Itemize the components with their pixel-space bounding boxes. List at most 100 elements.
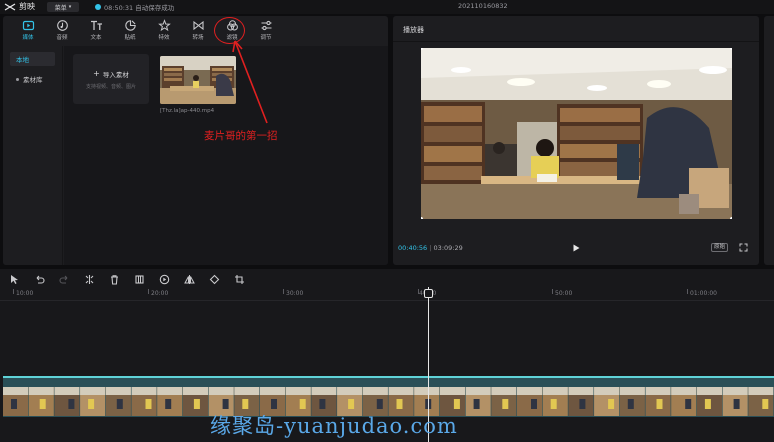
tab-sticker[interactable]: 贴纸 [113, 16, 147, 44]
save-indicator-icon [95, 4, 101, 10]
tab-label: 贴纸 [124, 35, 136, 41]
mirror-button[interactable] [183, 273, 196, 286]
save-status: 08:50:31 自动保存成功 [95, 2, 174, 12]
menu-label: 菜单 [54, 4, 67, 12]
reverse-button[interactable] [158, 273, 171, 286]
divider [393, 41, 759, 42]
player-title: 播放器 [403, 26, 424, 34]
ruler-tick [13, 289, 14, 294]
playhead-handle[interactable] [424, 289, 433, 298]
crop-handle-bottom-left[interactable] [421, 217, 423, 219]
tab-audio[interactable]: 音频 [45, 16, 79, 44]
sticker-icon [124, 20, 136, 31]
timeline-ruler[interactable]: 10:00 20:00 30:00 40:00 50:00 01:00:00 [0, 289, 774, 301]
crop-handle-bottom-right[interactable] [730, 217, 732, 219]
timeline-toolbar [0, 269, 774, 289]
tab-label: 特效 [158, 35, 170, 41]
plus-icon: + [93, 69, 100, 78]
ruler-tick-label: 50:00 [555, 290, 573, 297]
rotate-icon [209, 274, 220, 284]
tab-effects[interactable]: 特效 [147, 16, 181, 44]
freeze-button[interactable] [133, 273, 146, 286]
cursor-icon [11, 274, 18, 284]
filmstrip-frame [594, 387, 620, 416]
aspect-ratio-button[interactable]: 原始 [711, 243, 729, 252]
player-panel: 播放器 00:40:56 | 03:09:29 原始 [393, 16, 759, 265]
play-icon[interactable] [571, 243, 581, 253]
filmstrip-frame [671, 387, 697, 416]
bullet-icon [16, 77, 19, 81]
app-name: 剪映 [19, 2, 35, 11]
import-button[interactable]: + 导入素材 支持视频、音频、图片 [73, 54, 149, 104]
delete-button[interactable] [108, 273, 121, 286]
total-time: 03:09:29 [433, 244, 463, 252]
trash-icon [111, 274, 118, 285]
crop-button[interactable] [233, 273, 246, 286]
audio-icon [56, 20, 68, 31]
media-icon [22, 20, 34, 31]
filmstrip-frame [722, 387, 748, 416]
tab-transition[interactable]: 转场 [181, 16, 215, 44]
filmstrip-frame [157, 387, 183, 416]
sidebar-item-label: 素材库 [23, 76, 43, 84]
filmstrip-frame [542, 387, 568, 416]
app-logo: 剪映 [4, 1, 35, 12]
filmstrip-frame [3, 387, 29, 416]
project-title: 202110160832 [458, 2, 508, 10]
crop-icon [235, 274, 244, 284]
freeze-frame-icon [135, 274, 144, 284]
crop-handle-top-right[interactable] [730, 48, 732, 50]
filmstrip-frame [568, 387, 594, 416]
fullscreen-icon[interactable] [739, 243, 748, 252]
import-label: 导入素材 [102, 70, 129, 79]
redo-button[interactable] [58, 273, 71, 286]
split-icon [85, 274, 94, 284]
ruler-tick [552, 289, 553, 294]
undo-button[interactable] [33, 273, 46, 286]
properties-panel [764, 16, 774, 265]
split-button[interactable] [83, 273, 96, 286]
ruler-tick-label: 30:00 [286, 290, 304, 297]
menu-button[interactable]: 菜单 ▾ [47, 2, 79, 12]
filmstrip-frame [619, 387, 645, 416]
select-tool-button[interactable] [8, 273, 21, 286]
media-tabs: 媒体 音频 文本 贴纸 特效 转场 滤镜 调节 [3, 16, 388, 44]
filmstrip-frame [696, 387, 722, 416]
tab-label: 转场 [192, 35, 204, 41]
tab-label: 媒体 [22, 35, 34, 41]
editor-window: 剪映 菜单 ▾ 08:50:31 自动保存成功 202110160832 媒体 … [0, 0, 774, 442]
ruler-tick-label: 10:00 [16, 290, 34, 297]
ruler-tick-label: 20:00 [151, 290, 169, 297]
filmstrip-frame [517, 387, 543, 416]
sidebar-item-local[interactable]: 本地 [10, 52, 55, 66]
tab-media[interactable]: 媒体 [11, 16, 45, 44]
tab-label: 文本 [90, 35, 102, 41]
library-scene-frame [421, 48, 732, 219]
undo-icon [36, 275, 45, 284]
ruler-tick [148, 289, 149, 294]
filmstrip-frame [131, 387, 157, 416]
annotation-arrow-icon [232, 40, 268, 124]
current-time: 00:40:56 [398, 244, 428, 252]
ruler-tick [687, 289, 688, 294]
redo-icon [59, 275, 68, 284]
title-bar: 剪映 菜单 ▾ 08:50:31 自动保存成功 202110160832 [0, 0, 774, 14]
annotation-text: 麦片哥的第一招 [204, 130, 278, 142]
rotate-button[interactable] [208, 273, 221, 286]
save-status-text: 08:50:31 自动保存成功 [104, 4, 175, 12]
effects-icon [157, 19, 171, 32]
filmstrip-frame [105, 387, 131, 416]
timecode: 00:40:56 | 03:09:29 [398, 244, 463, 252]
tab-label: 音频 [56, 35, 68, 41]
filmstrip-frame [54, 387, 80, 416]
media-sidebar: 本地 素材库 [3, 46, 63, 265]
sidebar-item-library[interactable]: 素材库 [10, 72, 55, 86]
tab-text[interactable]: 文本 [79, 16, 113, 44]
filmstrip-frame [80, 387, 106, 416]
media-panel: 媒体 音频 文本 贴纸 特效 转场 滤镜 调节 本地 素材库 + 导入素材 支持… [3, 16, 388, 265]
clip-filename: [Thz.la]ap-440.mp4 [160, 108, 215, 114]
chevron-down-icon: ▾ [68, 4, 72, 10]
import-hint: 支持视频、音频、图片 [85, 83, 136, 90]
filmstrip-frame [748, 387, 774, 416]
video-preview[interactable] [421, 48, 732, 219]
